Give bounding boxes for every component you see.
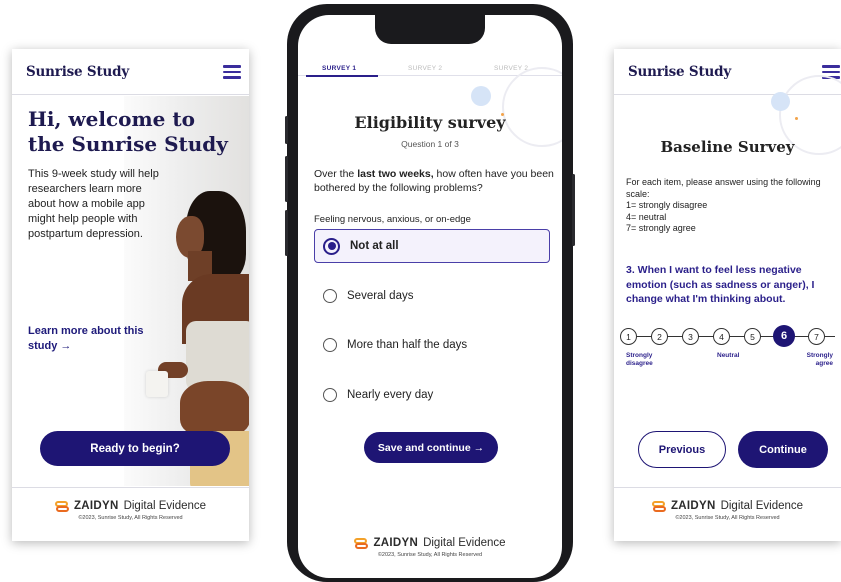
save-and-continue-button[interactable]: Save and continue →: [364, 432, 498, 463]
learn-more-link[interactable]: Learn more about this study →: [28, 324, 148, 354]
decor-circle: [771, 92, 790, 111]
phone-notch: [375, 15, 485, 44]
survey-title: Baseline Survey: [660, 138, 795, 156]
question-text: Over the last two weeks, how often have …: [314, 168, 554, 194]
eligibility-survey-screen: SURVEY 1 SURVEY 2 SURVEY 2 Eligibility s…: [298, 15, 562, 578]
zaidyn-logo-icon: [651, 500, 666, 512]
radio-selected-icon: [323, 237, 340, 255]
logo-word: ZAIDYN: [73, 500, 119, 512]
radio-empty-icon: [323, 338, 337, 352]
scale-point-1[interactable]: 1: [620, 328, 637, 345]
zaidyn-logo: ZAIDYN Digital Evidence: [12, 500, 249, 512]
zaidyn-logo-icon: [354, 537, 369, 549]
likert-scale: 1 2 3 4 5 6 7: [620, 325, 841, 347]
logo-word: ZAIDYN: [373, 537, 419, 549]
copyright-text: ©2023, Sunrise Study, All Rights Reserve…: [675, 515, 780, 521]
scale-point-2[interactable]: 2: [651, 328, 668, 345]
continue-button[interactable]: Continue: [738, 431, 828, 468]
statement-text: 3. When I want to feel less negative emo…: [626, 264, 815, 305]
radio-empty-icon: [323, 388, 337, 402]
scale-instructions: For each item, please answer using the f…: [626, 177, 821, 233]
scale-point-7[interactable]: 7: [808, 328, 825, 345]
sub-question: Feeling nervous, anxious, or on-edge: [314, 214, 471, 225]
logo-tagline: Digital Evidence: [423, 537, 506, 549]
option-label: Nearly every day: [347, 389, 434, 401]
app-header: Sunrise Study: [12, 49, 249, 95]
survey-title: Eligibility survey: [354, 113, 506, 132]
option-label: Several days: [347, 290, 414, 302]
option-label: More than half the days: [347, 339, 468, 351]
copyright-text: ©2023, Sunrise Study, All Rights Reserve…: [78, 515, 183, 521]
logo-word: ZAIDYN: [670, 500, 716, 512]
phone-frame: SURVEY 1 SURVEY 2 SURVEY 2 Eligibility s…: [285, 4, 575, 582]
intro-text: This 9-week study will help researchers …: [28, 168, 159, 240]
baseline-survey-screen: Sunrise Study Baseline Survey For each i…: [614, 49, 841, 541]
decor-arc: [502, 67, 562, 147]
scale-point-5[interactable]: 5: [744, 328, 761, 345]
scale-point-4[interactable]: 4: [713, 328, 730, 345]
decor-circle: [471, 86, 491, 106]
option-several-days[interactable]: Several days: [314, 279, 550, 313]
tab-survey-1[interactable]: SURVEY 1: [322, 65, 356, 72]
scale-point-3[interactable]: 3: [682, 328, 699, 345]
app-footer: ZAIDYN Digital Evidence ©2023, Sunrise S…: [298, 537, 562, 558]
scale-label-left: Strongly disagree: [626, 352, 653, 367]
hamburger-menu-icon[interactable]: [223, 65, 241, 79]
ready-to-begin-button[interactable]: Ready to begin?: [40, 431, 230, 466]
option-nearly-every-day[interactable]: Nearly every day: [314, 378, 550, 412]
scale-label-mid: Neutral: [717, 352, 740, 359]
scale-point-6[interactable]: 6: [773, 325, 795, 347]
app-footer: ZAIDYN Digital Evidence ©2023, Sunrise S…: [12, 487, 249, 541]
app-footer: ZAIDYN Digital Evidence ©2023, Sunrise S…: [614, 487, 841, 541]
option-not-at-all[interactable]: Not at all: [314, 229, 550, 263]
zaidyn-logo: ZAIDYN Digital Evidence: [298, 537, 562, 549]
radio-empty-icon: [323, 289, 337, 303]
option-label: Not at all: [350, 240, 399, 252]
zaidyn-logo-icon: [54, 500, 69, 512]
tab-survey-2[interactable]: SURVEY 2: [408, 65, 442, 72]
previous-button[interactable]: Previous: [638, 431, 726, 468]
brand-name: Sunrise Study: [628, 64, 731, 80]
scale-label-right: Strongly agree: [806, 352, 833, 367]
option-more-than-half[interactable]: More than half the days: [314, 328, 550, 362]
copyright-text: ©2023, Sunrise Study, All Rights Reserve…: [377, 552, 483, 558]
logo-tagline: Digital Evidence: [720, 500, 804, 512]
welcome-screen: Sunrise Study Hi, welcome to the Sunrise…: [12, 49, 249, 541]
active-tab-indicator: [306, 75, 378, 77]
decor-dot: [795, 117, 798, 120]
brand-name: Sunrise Study: [26, 64, 129, 80]
zaidyn-logo: ZAIDYN Digital Evidence: [614, 500, 841, 512]
logo-tagline: Digital Evidence: [123, 500, 207, 512]
question-counter: Question 1 of 3: [401, 139, 459, 149]
welcome-heading: Hi, welcome to the Sunrise Study: [28, 107, 228, 156]
app-mockup-showcase: Sunrise Study Hi, welcome to the Sunrise…: [0, 0, 841, 582]
